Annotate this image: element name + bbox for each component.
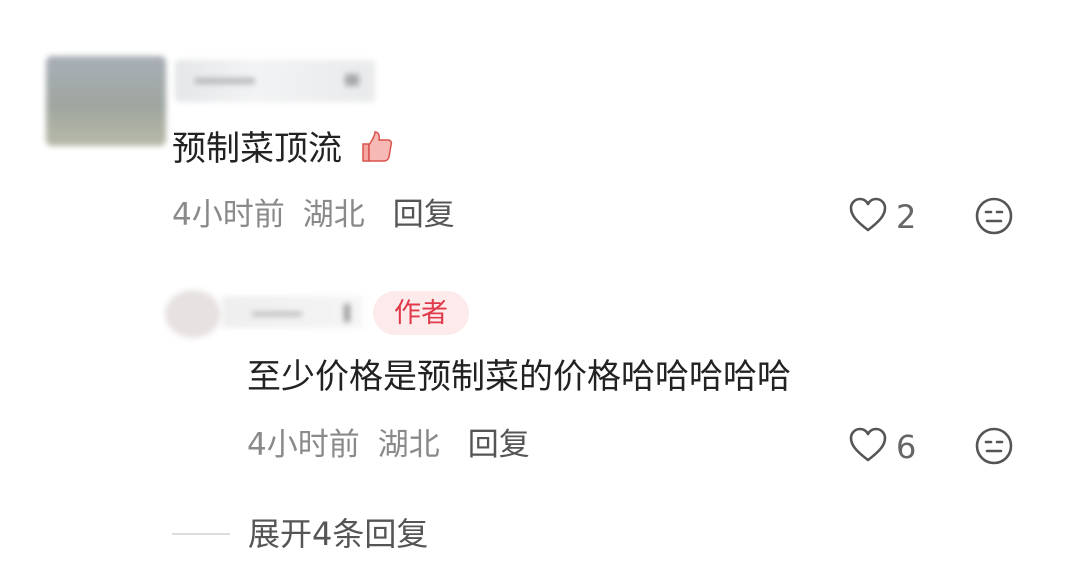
reply-location: 湖北 [377,427,440,463]
reply-avatar[interactable] [165,290,221,338]
avatar[interactable] [46,56,166,146]
reply-time: 4小时前 [247,427,360,463]
thumbs-up-emoji-icon [357,130,393,164]
expand-replies-label: 展开4条回复 [248,515,429,553]
heart-outline-icon [848,426,888,468]
neutral-face-icon [974,427,1014,470]
reply-text: 至少价格是预制菜的价格哈哈哈哈哈 [247,357,791,397]
neutral-face-icon [974,197,1014,240]
reply-button[interactable]: 回复 [393,200,455,231]
reply-reply-button[interactable]: 回复 [468,430,530,461]
comment-location: 湖北 [302,197,365,233]
like-button[interactable]: 2 [848,196,916,238]
expand-divider-line [172,533,230,535]
like-count: 2 [896,198,917,236]
expand-replies-button[interactable]: 展开4条回复 [172,518,428,550]
comment-time: 4小时前 [172,197,285,233]
author-badge: 作者 [373,291,469,335]
dislike-button[interactable] [974,196,1014,240]
reply-like-count: 6 [896,428,917,466]
username-redacted[interactable] [175,60,375,102]
reply-username-redacted[interactable] [222,296,362,328]
comment-text: 预制菜顶流 [172,129,342,169]
heart-outline-icon [848,196,888,238]
reply-dislike-button[interactable] [974,426,1014,470]
reply-like-button[interactable]: 6 [848,426,916,468]
